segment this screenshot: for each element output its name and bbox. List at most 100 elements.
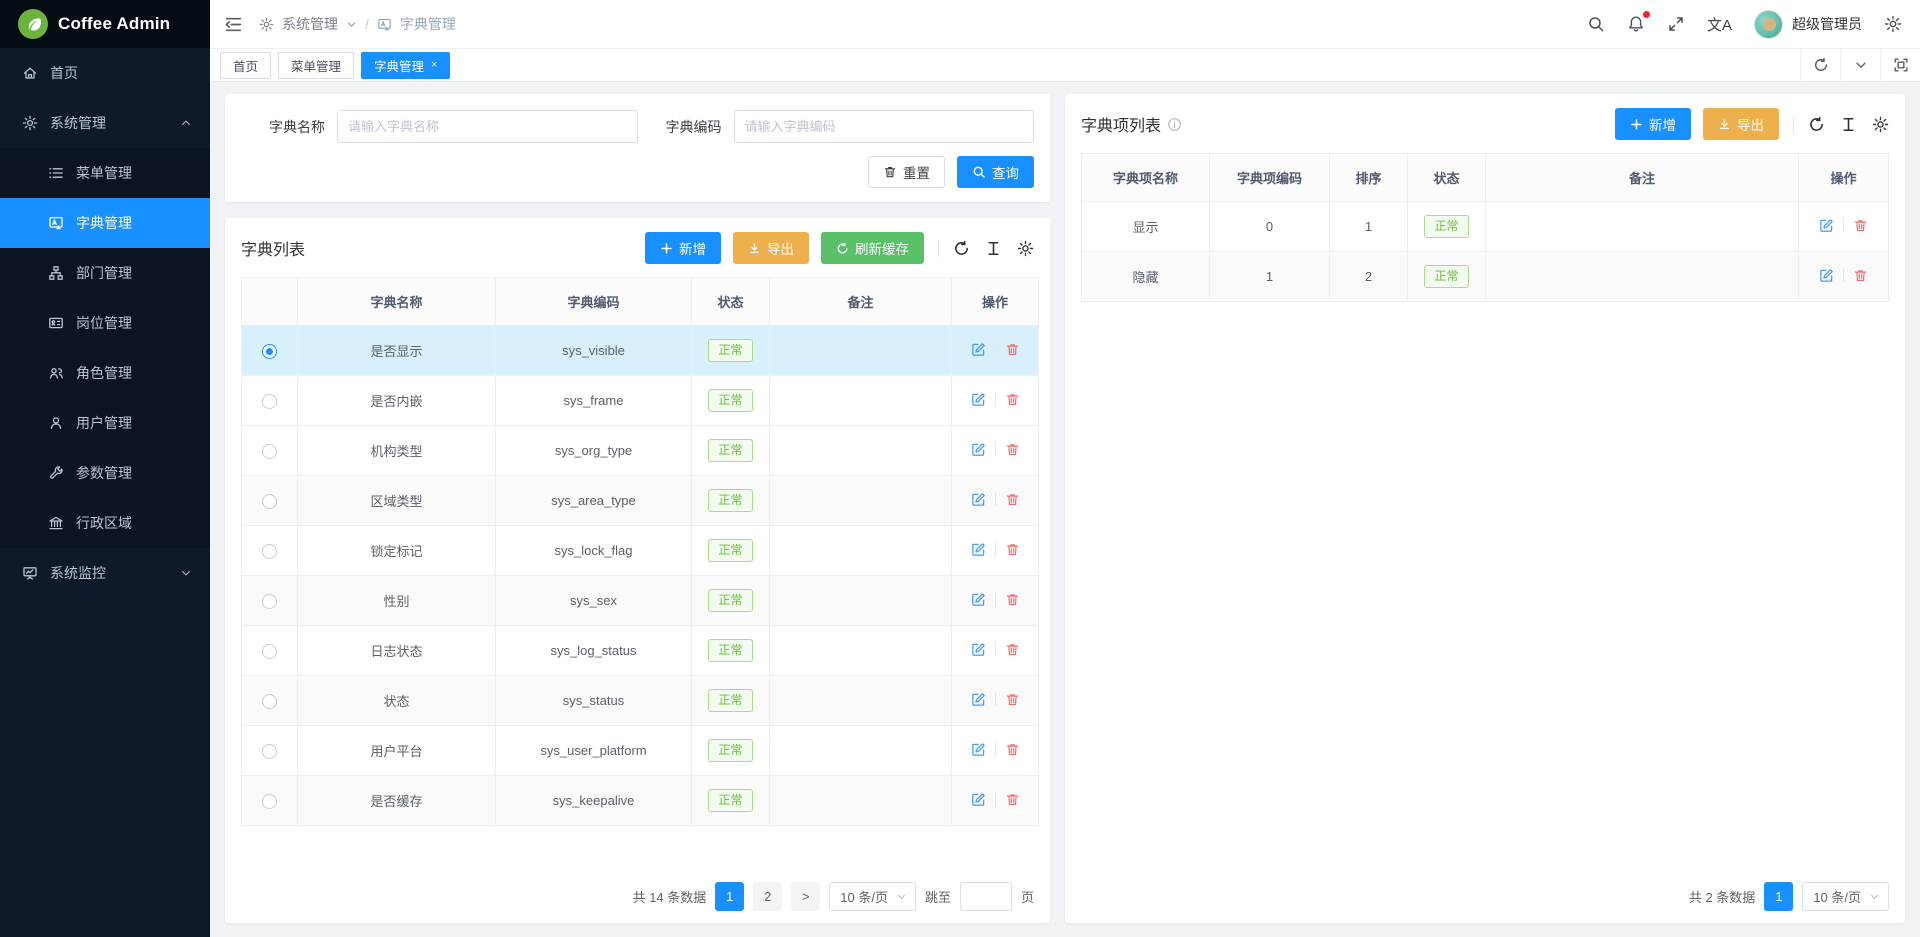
header-search-button[interactable] [1587,15,1605,33]
page-button-1[interactable]: 1 [1764,882,1793,911]
table-row[interactable]: 用户平台 sys_user_platform 正常 [242,726,1039,776]
delete-button[interactable] [1853,218,1868,233]
delete-button[interactable] [1005,792,1020,807]
table-row[interactable]: 是否内嵌 sys_frame 正常 [242,376,1039,426]
delete-button[interactable] [1005,392,1020,407]
delete-button[interactable] [1853,268,1868,283]
sidebar-item-menu-mgmt[interactable]: 菜单管理 [0,148,210,198]
delete-button[interactable] [1005,542,1020,557]
dict-export-button[interactable]: 导出 [733,232,809,264]
row-radio[interactable] [262,394,277,409]
row-radio[interactable] [262,744,277,759]
edit-button[interactable] [971,642,986,657]
row-radio[interactable] [262,544,277,559]
sidebar-item-role-mgmt[interactable]: 角色管理 [0,348,210,398]
tab-options-button[interactable] [1840,49,1880,81]
table-row[interactable]: 是否缓存 sys_keepalive 正常 [242,776,1039,826]
edit-button[interactable] [971,792,986,807]
settings-button[interactable] [1884,15,1902,33]
trash-icon [883,165,897,179]
sidebar-item-param-mgmt[interactable]: 参数管理 [0,448,210,498]
edit-button[interactable] [971,342,986,357]
table-refresh-button[interactable] [953,240,970,257]
tab-dict-mgmt[interactable]: 字典管理 × [361,52,450,79]
edit-button[interactable] [1819,268,1834,283]
table-row[interactable]: 锁定标记 sys_lock_flag 正常 [242,526,1039,576]
edit-button[interactable] [971,492,986,507]
edit-button[interactable] [971,442,986,457]
page-size-select[interactable]: 10 条/页 [1802,882,1889,911]
page-size-select[interactable]: 10 条/页 [829,882,916,911]
sidebar-item-home[interactable]: 首页 [0,48,210,98]
row-radio[interactable] [262,344,277,359]
sidebar-group-monitor[interactable]: 系统监控 [0,548,210,598]
fullscreen-button[interactable] [1667,15,1685,33]
column-settings-button[interactable] [1017,240,1034,257]
edit-button[interactable] [971,742,986,757]
table-row[interactable]: 区域类型 sys_area_type 正常 [242,476,1039,526]
sidebar-item-post-mgmt[interactable]: 岗位管理 [0,298,210,348]
delete-button[interactable] [1005,342,1020,357]
edit-button[interactable] [971,592,986,607]
sidebar-group-system[interactable]: 系统管理 [0,98,210,148]
content-fullscreen-button[interactable] [1880,49,1920,81]
delete-button[interactable] [1005,642,1020,657]
row-radio[interactable] [262,444,277,459]
table-row[interactable]: 性别 sys_sex 正常 [242,576,1039,626]
query-button[interactable]: 查询 [957,156,1034,188]
reset-button[interactable]: 重置 [868,156,945,188]
row-radio[interactable] [262,494,277,509]
sidebar-item-region-mgmt[interactable]: 行政区域 [0,498,210,548]
edit-button[interactable] [971,542,986,557]
dict-name-cell: 用户平台 [298,726,496,776]
user-menu[interactable]: 超级管理员 [1754,10,1862,39]
breadcrumb-group[interactable]: 系统管理 [282,14,338,34]
dict-table: 字典名称 字典编码 状态 备注 操作 是否显示 sys_vis [241,277,1039,826]
page-button-1[interactable]: 1 [715,882,744,911]
row-radio[interactable] [262,594,277,609]
table-row[interactable]: 机构类型 sys_org_type 正常 [242,426,1039,476]
delete-button[interactable] [1005,442,1020,457]
edit-button[interactable] [1819,218,1834,233]
remark-cell [770,576,952,626]
dict-add-button[interactable]: 新增 [645,232,721,264]
row-radio[interactable] [262,644,277,659]
table-row[interactable]: 显示 0 1 正常 [1082,202,1889,252]
column-settings-button[interactable] [1872,116,1889,133]
next-page-button[interactable]: > [791,882,820,911]
row-height-button[interactable] [1840,116,1857,133]
table-row[interactable]: 是否显示 sys_visible 正常 [242,326,1039,376]
close-icon[interactable]: × [431,59,437,71]
sidebar-item-dept-mgmt[interactable]: 部门管理 [0,248,210,298]
row-radio[interactable] [262,794,277,809]
delete-button[interactable] [1005,692,1020,707]
delete-button[interactable] [1005,742,1020,757]
tab-refresh-button[interactable] [1800,49,1840,81]
notification-bell-button[interactable] [1627,15,1645,33]
sidebar-collapse-button[interactable] [224,15,243,34]
table-row[interactable]: 日志状态 sys_log_status 正常 [242,626,1039,676]
dict-code-input[interactable] [734,110,1035,143]
edit-button[interactable] [971,692,986,707]
item-add-button[interactable]: 新增 [1615,108,1691,140]
delete-button[interactable] [1005,492,1020,507]
refresh-cache-button[interactable]: 刷新缓存 [821,232,924,264]
tab-menu-mgmt[interactable]: 菜单管理 [278,52,354,79]
table-refresh-button[interactable] [1808,116,1825,133]
tab-label: 字典管理 [374,56,424,75]
dict-name-input[interactable] [337,110,638,143]
language-switch-button[interactable]: 文A [1707,14,1732,35]
table-row[interactable]: 隐藏 1 2 正常 [1082,252,1889,302]
item-export-button[interactable]: 导出 [1703,108,1779,140]
tab-home[interactable]: 首页 [220,52,271,79]
delete-button[interactable] [1005,592,1020,607]
row-radio[interactable] [262,694,277,709]
chevron-down-icon[interactable] [346,19,357,30]
edit-button[interactable] [971,392,986,407]
row-height-button[interactable] [985,240,1002,257]
table-row[interactable]: 状态 sys_status 正常 [242,676,1039,726]
jump-page-input[interactable] [960,882,1012,911]
sidebar-item-dict-mgmt[interactable]: 字典管理 [0,198,210,248]
page-button-2[interactable]: 2 [753,882,782,911]
sidebar-item-user-mgmt[interactable]: 用户管理 [0,398,210,448]
